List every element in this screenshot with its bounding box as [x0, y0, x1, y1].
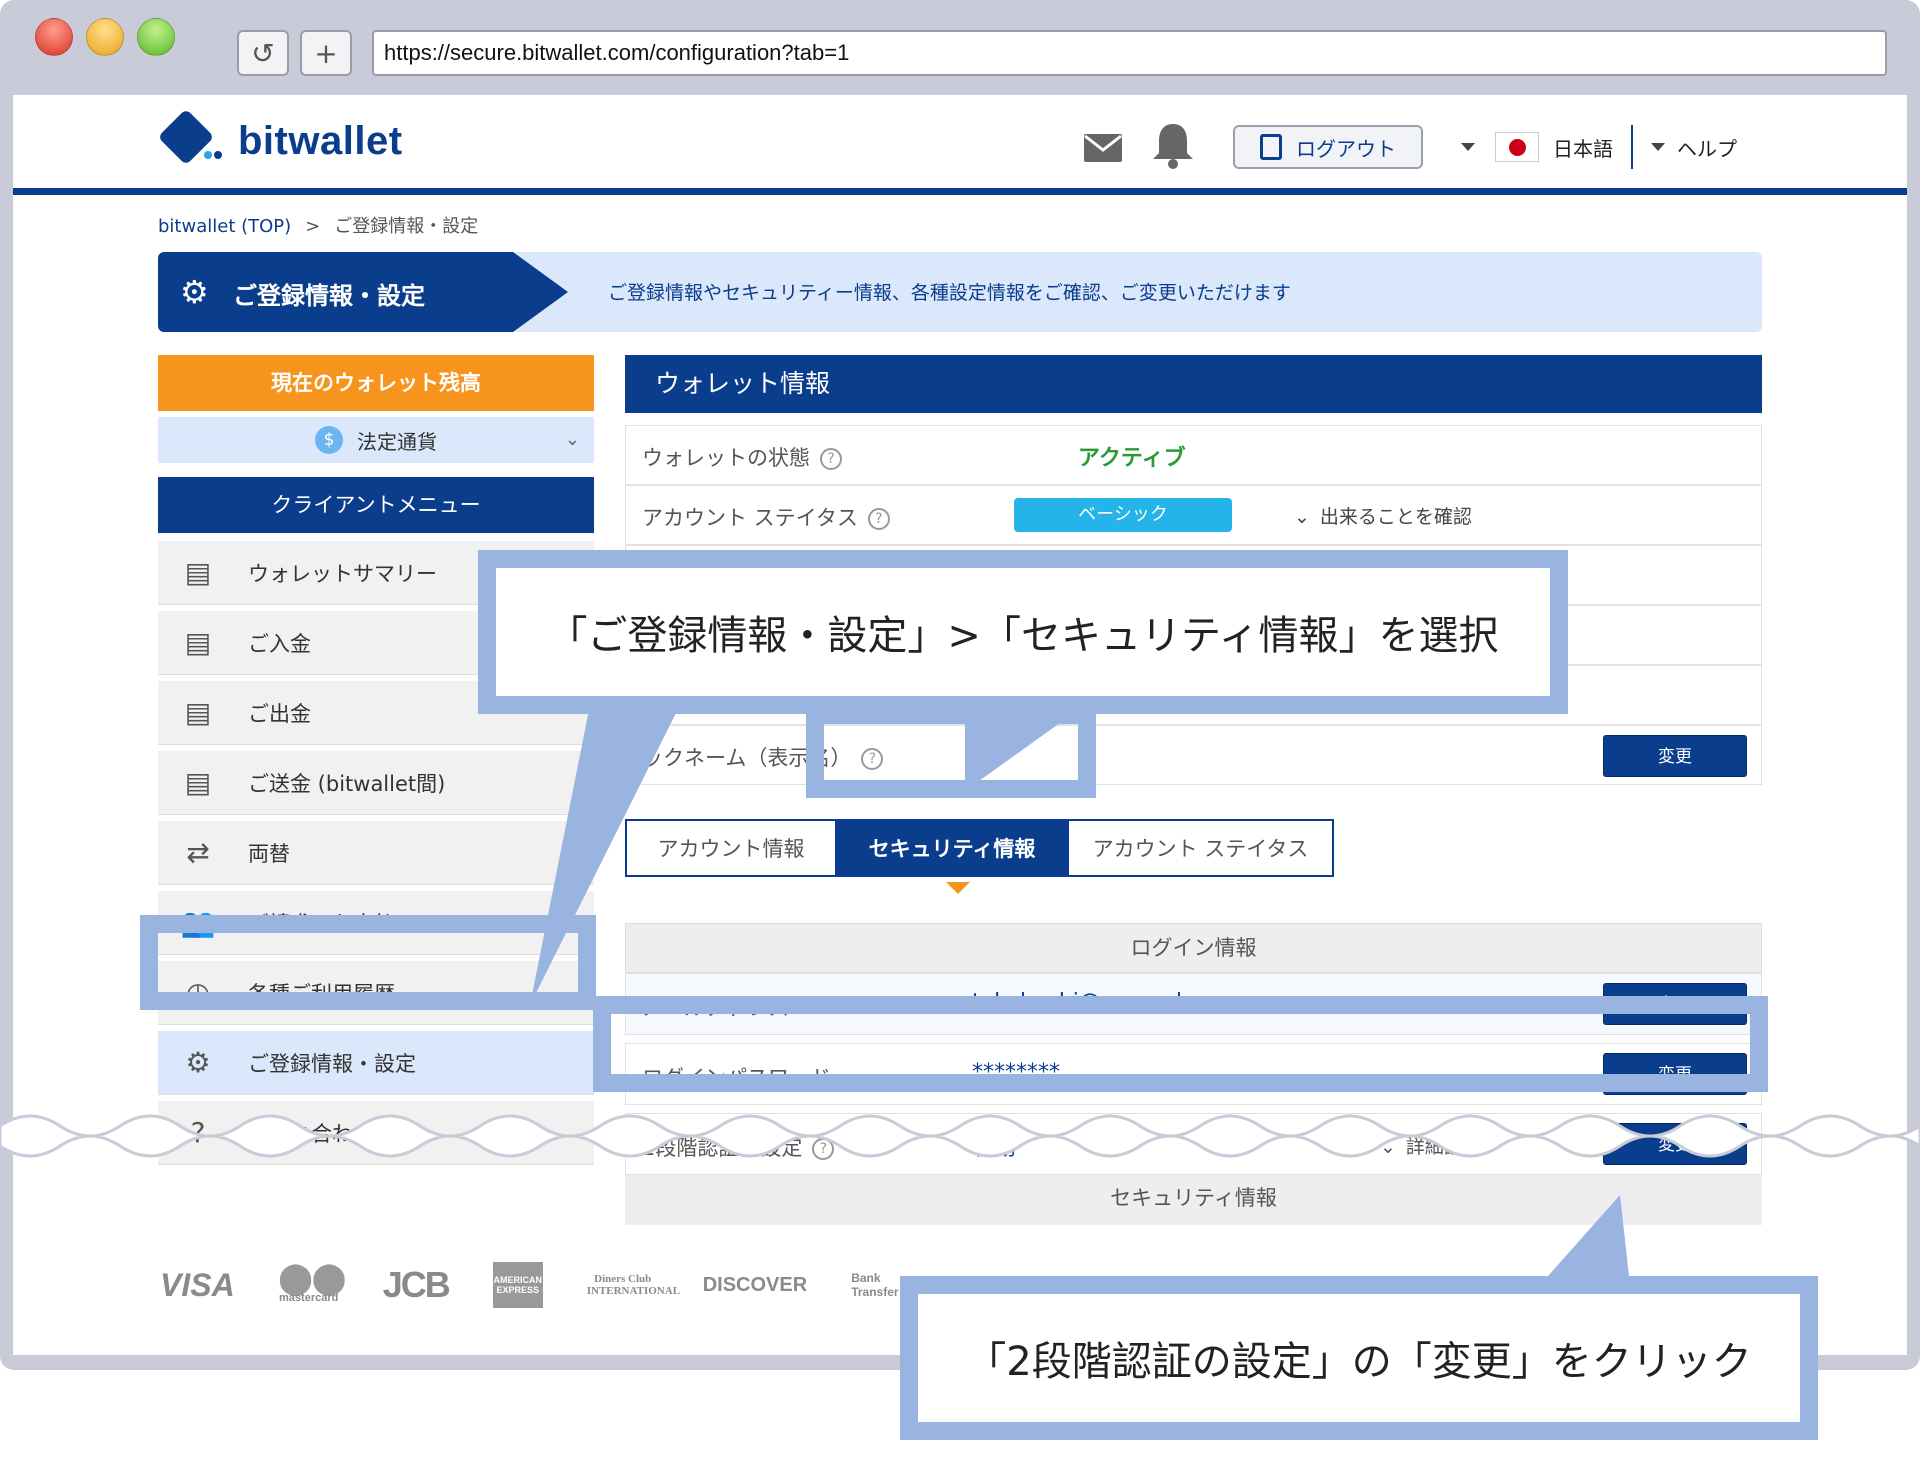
nickname-row: ックネーム（表示名）? 変更 [625, 725, 1762, 785]
instruction-callout-step2: 「2段階認証の設定」の「変更」をクリック [900, 1276, 1818, 1440]
new-tab-button[interactable]: + [300, 30, 352, 76]
language-selector[interactable]: 日本語 ヘルプ [1461, 125, 1737, 169]
sidebar-item-label: ご送金 (bitwallet間) [248, 771, 446, 796]
sidebar-item-label: ご出金 [248, 701, 311, 726]
logo-mark-icon [157, 108, 226, 169]
breadcrumb-current: ご登録情報・設定 [334, 216, 479, 237]
header-divider [1631, 125, 1633, 169]
logo-text: bitwallet [238, 118, 403, 163]
tab-security-info[interactable]: セキュリティ情報 [835, 819, 1069, 877]
logout-icon [1260, 134, 1282, 160]
visa-logo: VISA [160, 1266, 235, 1303]
plus-icon: + [314, 36, 338, 70]
logout-button[interactable]: ログアウト [1233, 125, 1423, 169]
callout-text: 「2段階認証の設定」の「変更」をクリック [918, 1294, 1800, 1422]
wallet-status-value: アクティブ [1078, 446, 1186, 471]
callout-text: 「ご登録情報・設定」>「セキュリティ情報」を選択 [496, 568, 1550, 696]
active-tab-pointer [946, 882, 970, 894]
japan-flag-icon [1495, 132, 1539, 162]
header-rule [13, 188, 1907, 195]
transfer-icon: ▤ [184, 766, 212, 799]
sidebar-item-label: ウォレットサマリー [248, 561, 437, 586]
tab-account-info[interactable]: アカウント情報 [625, 819, 835, 877]
payment-logos: VISA ⬤⬤ mastercard JCB AMERICAN EXPRESS D… [160, 1262, 955, 1308]
wallet-icon: ▤ [184, 556, 212, 589]
gear-icon: ⚙ [185, 1046, 211, 1079]
sidebar-item-exchange[interactable]: ⇄ 両替 [158, 821, 594, 885]
can-do-label: 出来ることを確認 [1319, 506, 1472, 528]
wallet-status-label: ウォレットの状態 [642, 446, 810, 470]
bell-icon[interactable] [1150, 121, 1196, 169]
chevron-down-icon [1651, 143, 1665, 151]
page-title: ご登録情報・設定 [233, 282, 425, 310]
breadcrumb-separator: > [305, 216, 321, 237]
discover-logo: DISCOVER [702, 1273, 808, 1296]
close-window-button[interactable] [35, 18, 73, 56]
wallet-balance-header: 現在のウォレット残高 [158, 355, 594, 411]
wallet-status-row: ウォレットの状態? アクティブ [625, 425, 1762, 485]
reload-icon: ↺ [251, 36, 275, 70]
jcb-logo: JCB [382, 1264, 451, 1305]
can-do-link[interactable]: ⌄ 出来ることを確認 [1294, 502, 1472, 529]
mastercard-text: mastercard [279, 1292, 339, 1304]
breadcrumb-top-link[interactable]: bitwallet (TOP) [158, 216, 291, 237]
chevron-down-icon: ⌄ [1294, 506, 1310, 528]
help-icon[interactable]: ? [820, 448, 842, 470]
page-title-tag: ⚙ ご登録情報・設定 [158, 252, 568, 332]
settings-tabs: アカウント情報 セキュリティ情報 アカウント ステイタス [625, 819, 1334, 877]
amex-logo: AMERICAN EXPRESS [492, 1262, 543, 1308]
dollar-icon: $ [315, 426, 343, 454]
currency-select[interactable]: $ 法定通貨 ⌄ [158, 417, 594, 463]
sidebar-item-label: 両替 [248, 841, 290, 866]
language-label: 日本語 [1553, 136, 1613, 161]
security-info-header: セキュリティ情報 [625, 1175, 1762, 1225]
help-icon[interactable]: ? [867, 508, 890, 530]
chevron-down-icon: ⌄ [564, 429, 580, 450]
bitwallet-logo[interactable]: bitwallet [157, 108, 403, 169]
minimize-window-button[interactable] [86, 18, 124, 56]
gear-icon: ⚙ [180, 273, 209, 311]
sidebar-item-settings[interactable]: ⚙ ご登録情報・設定 [158, 1031, 594, 1095]
login-info-header: ログイン情報 [625, 923, 1762, 973]
mastercard-circles: ⬤⬤ [278, 1262, 346, 1295]
diners-logo: Diners Club INTERNATIONAL [586, 1273, 681, 1297]
sidebar-item-label: ご登録情報・設定 [248, 1051, 416, 1076]
logout-label: ログアウト [1296, 136, 1396, 161]
deposit-icon: ▤ [184, 626, 212, 659]
mastercard-logo: ⬤⬤ mastercard [278, 1262, 346, 1305]
account-status-label: アカウント ステイタス [642, 506, 858, 530]
page-title-banner: ⚙ ご登録情報・設定 ご登録情報やセキュリティー情報、各種設定情報をご確認、ご変… [158, 252, 1762, 332]
wallet-info-header: ウォレット情報 [625, 355, 1762, 413]
highlight-sidebar-settings [140, 915, 596, 1010]
maximize-window-button[interactable] [137, 18, 175, 56]
currency-label: 法定通貨 [357, 429, 437, 454]
account-status-row: アカウント ステイタス? ベーシック ⌄ 出来ることを確認 [625, 485, 1762, 545]
tab-account-status[interactable]: アカウント ステイタス [1069, 819, 1334, 877]
nickname-change-button[interactable]: 変更 [1603, 735, 1747, 777]
account-status-badge: ベーシック [1014, 498, 1232, 532]
reload-button[interactable]: ↺ [237, 30, 289, 76]
instruction-callout-step1: 「ご登録情報・設定」>「セキュリティ情報」を選択 [478, 550, 1568, 714]
page-description: ご登録情報やセキュリティー情報、各種設定情報をご確認、ご変更いただけます [608, 282, 1291, 304]
help-link[interactable]: ヘルプ [1677, 133, 1737, 162]
exchange-icon: ⇄ [186, 836, 210, 869]
highlight-twofa-row [593, 996, 1768, 1092]
client-menu-header: クライアントメニュー [158, 477, 594, 533]
withdraw-icon: ▤ [184, 696, 212, 729]
sidebar-item-label: ご入金 [248, 631, 311, 656]
page-break-wave [0, 1114, 1920, 1158]
chevron-down-icon [1461, 143, 1475, 151]
sidebar-item-transfer[interactable]: ▤ ご送金 (bitwallet間) [158, 751, 594, 815]
url-bar[interactable]: https://secure.bitwallet.com/configurati… [372, 30, 1887, 76]
mail-icon[interactable] [1083, 133, 1123, 163]
breadcrumb: bitwallet (TOP) > ご登録情報・設定 [158, 212, 478, 238]
